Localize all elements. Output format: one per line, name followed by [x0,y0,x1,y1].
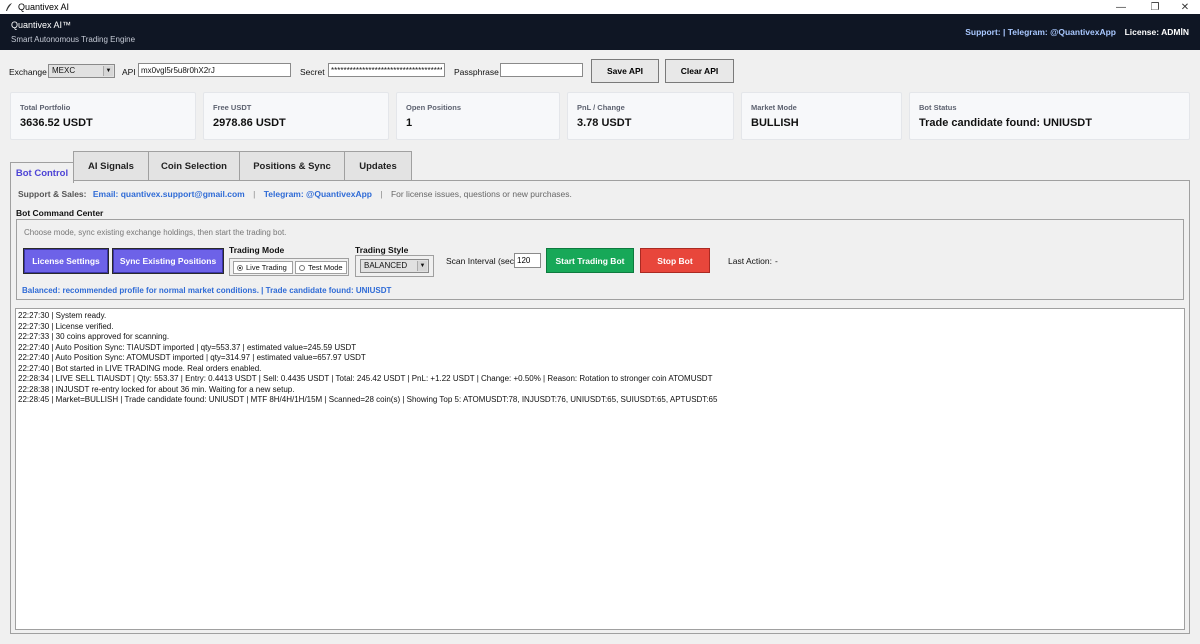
tab-bot-control[interactable]: Bot Control [10,162,74,183]
log-line: 22:27:40 | Auto Position Sync: ATOMUSDT … [18,353,366,362]
passphrase-label: Passphrase [454,67,499,77]
bot-control-panel: Support & Sales: Email: quantivex.suppor… [10,180,1190,634]
stop-bot-button[interactable]: Stop Bot [640,248,710,273]
open-positions-card: Open Positions 1 [396,92,560,140]
support-email-link[interactable]: Email: quantivex.support@gmail.com [93,189,245,199]
card-label: Open Positions [406,103,462,112]
last-action-value: - [775,256,778,266]
card-label: PnL / Change [577,103,625,112]
market-mode-card: Market Mode BULLISH [741,92,902,140]
exchange-label: Exchange [9,67,47,77]
trading-style-label: Trading Style [355,245,409,255]
log-line: 22:28:45 | Market=BULLISH | Trade candid… [18,395,718,404]
trading-style-frame: BALANCED ▼ [355,255,434,277]
brand-tagline: Smart Autonomous Trading Engine [11,35,136,44]
trading-style-value: BALANCED [364,261,408,270]
test-mode-label: Test Mode [308,263,343,272]
window-title: Quantivex AI [18,2,70,12]
pnl-change-card: PnL / Change 3.78 USDT [567,92,734,140]
trading-mode-label: Trading Mode [229,245,285,255]
support-sales-line: Support & Sales: Email: quantivex.suppor… [18,189,572,199]
live-trading-radio[interactable]: Live Trading [233,261,293,274]
tab-updates[interactable]: Updates [344,151,412,181]
radio-selected-icon [237,264,243,271]
window-titlebar: Quantivex AI — ❐ ✕ [0,0,1200,14]
live-trading-label: Live Trading [246,263,287,272]
card-value: Trade candidate found: UNIUSDT [919,117,1092,129]
activity-log[interactable]: 22:27:30 | System ready. 22:27:30 | Lice… [15,308,1185,630]
log-line: 22:28:38 | INJUSDT re-entry locked for a… [18,384,295,394]
free-usdt-card: Free USDT 2978.86 USDT [203,92,389,140]
support-note: For license issues, questions or new pur… [390,189,572,199]
log-line: 22:27:33 | 30 coins approved for scannin… [18,332,170,341]
close-button[interactable]: ✕ [1170,0,1200,14]
support-prefix: Support & Sales: [18,189,87,199]
card-value: 1 [406,117,413,129]
maximize-button[interactable]: ❐ [1140,0,1170,14]
log-line: 22:28:34 | LIVE SELL TIAUSDT | Qty: 553.… [18,374,713,383]
tab-positions-sync[interactable]: Positions & Sync [239,151,345,181]
api-settings-row: Exchange MEXC ▼ API Secret Passphrase Sa… [0,58,1200,86]
app-feather-icon [6,3,12,11]
log-line: 22:27:40 | Auto Position Sync: TIAUSDT i… [18,342,357,352]
card-label: Bot Status [919,103,957,112]
card-label: Total Portfolio [20,103,71,112]
test-mode-radio[interactable]: Test Mode [295,261,347,274]
trading-mode-group: Live Trading Test Mode [229,258,349,276]
tab-ai-signals[interactable]: AI Signals [73,151,149,181]
support-separator: | [380,189,383,199]
save-api-button[interactable]: Save API [591,59,659,83]
command-center-status: Balanced: recommended profile for normal… [22,286,392,295]
exchange-select-value: MEXC [52,66,76,75]
support-separator: | [253,189,256,199]
command-center-hint: Choose mode, sync existing exchange hold… [24,228,287,237]
secret-label: Secret [300,67,325,77]
header-license: License: ADMİN [1124,27,1189,37]
api-label: API [122,67,136,77]
card-label: Free USDT [213,103,252,112]
scan-interval-label: Scan Interval (sec) [446,256,517,266]
passphrase-input[interactable] [500,63,583,77]
card-value: BULLISH [751,117,799,129]
minimize-button[interactable]: — [1106,0,1136,14]
support-telegram-link[interactable]: Telegram: @QuantivexApp [264,189,372,199]
bot-status-card: Bot Status Trade candidate found: UNIUSD… [909,92,1190,140]
log-line: 22:27:30 | License verified. [18,321,114,331]
card-label: Market Mode [751,103,797,112]
card-value: 3636.52 USDT [20,117,93,129]
card-value: 2978.86 USDT [213,117,286,129]
command-center-box: Choose mode, sync existing exchange hold… [16,219,1184,300]
trading-style-select[interactable]: BALANCED ▼ [360,259,429,273]
start-trading-bot-button[interactable]: Start Trading Bot [546,248,634,273]
brand-name: Quantivex AI™ [11,20,72,30]
total-portfolio-card: Total Portfolio 3636.52 USDT [10,92,196,140]
chevron-down-icon: ▼ [417,261,427,271]
sync-positions-button[interactable]: Sync Existing Positions [112,248,224,274]
app-header: Quantivex AI™ Smart Autonomous Trading E… [0,14,1200,50]
exchange-select[interactable]: MEXC ▼ [48,64,115,78]
card-value: 3.78 USDT [577,117,632,129]
api-key-input[interactable] [138,63,291,77]
last-action-label: Last Action: [728,256,772,266]
header-support-link[interactable]: Support: | Telegram: @QuantivexApp [965,27,1116,37]
tab-coin-selection[interactable]: Coin Selection [148,151,240,181]
license-settings-button[interactable]: License Settings [23,248,109,274]
command-center-title: Bot Command Center [16,208,104,218]
log-line: 22:27:40 | Bot started in LIVE TRADING m… [18,363,262,373]
radio-unselected-icon [299,264,305,271]
log-line: 22:27:30 | System ready. [18,311,107,320]
clear-api-button[interactable]: Clear API [665,59,734,83]
scan-interval-input[interactable] [514,253,541,268]
secret-input[interactable] [328,63,445,77]
chevron-down-icon: ▼ [103,66,113,76]
